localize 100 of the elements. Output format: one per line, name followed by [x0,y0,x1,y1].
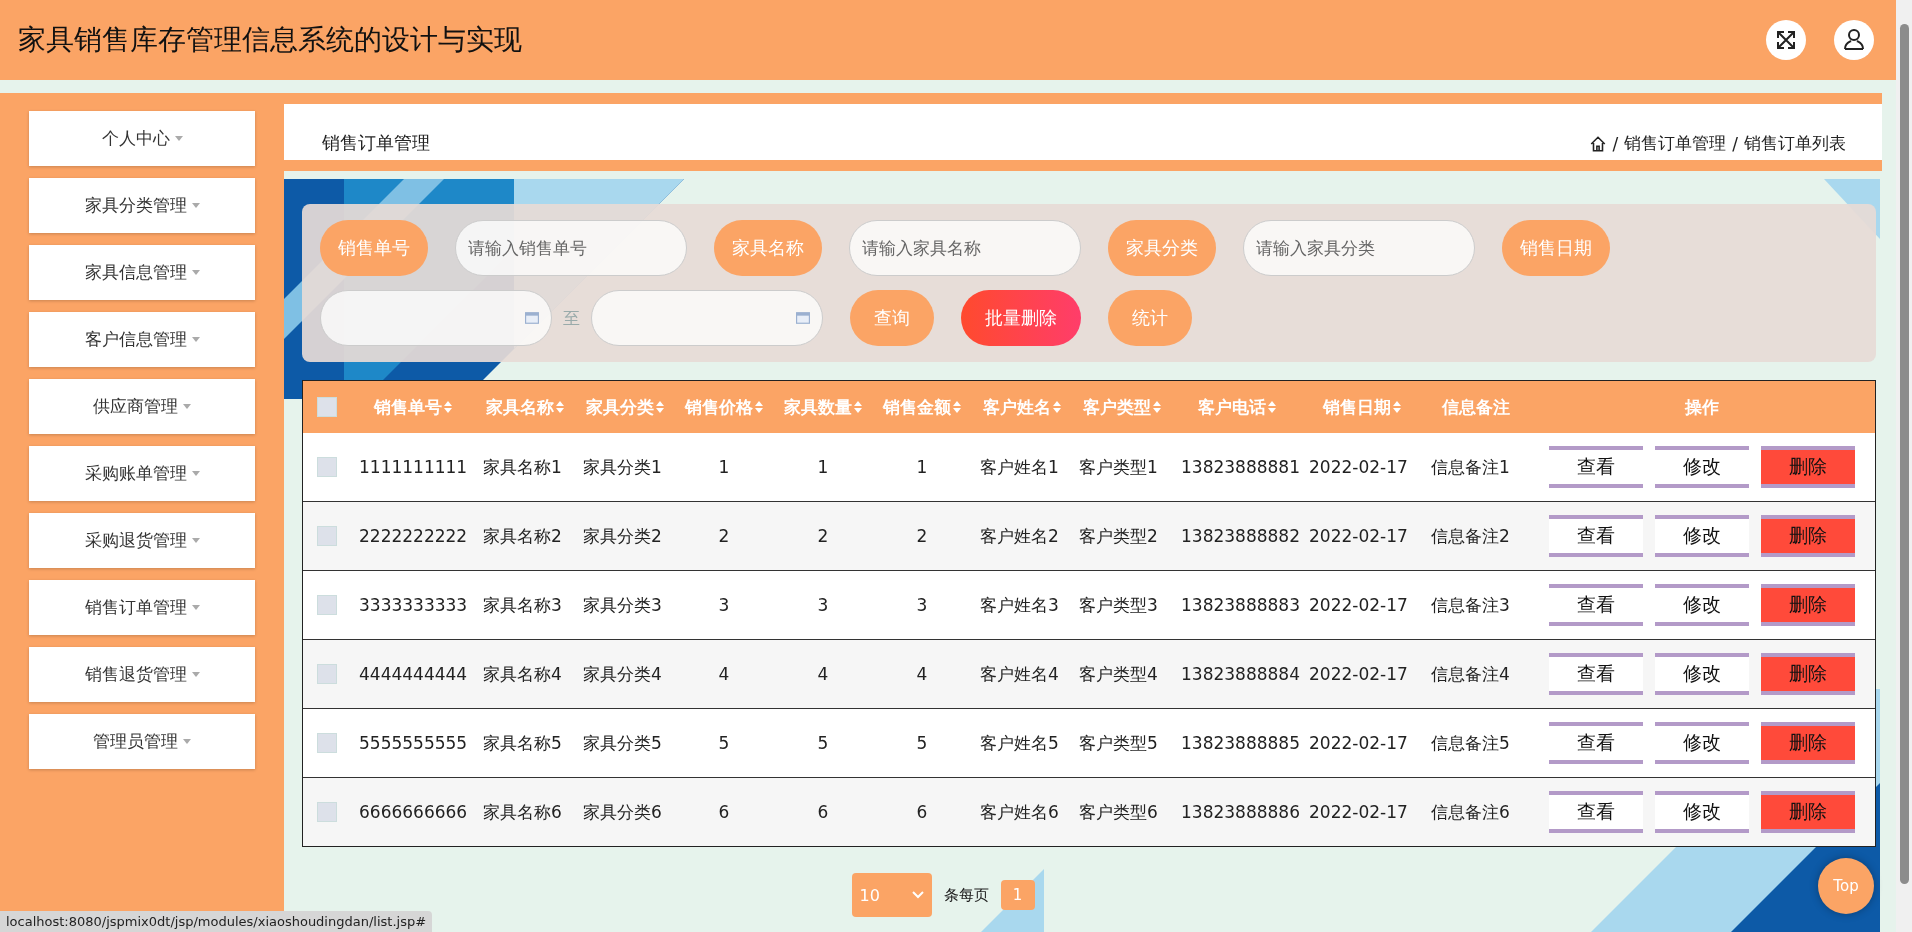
scrollbar[interactable] [1896,0,1912,932]
caret-icon [191,270,200,275]
search-label: 家具名称 [714,220,822,276]
breadcrumb-separator: / [1612,133,1619,154]
table-cell: 2222222222 [359,526,468,546]
sidebar-menu-item[interactable]: 客户信息管理 [29,312,255,367]
table-cell: 客户类型2 [1079,524,1158,548]
sort-icon [1268,401,1276,413]
edit-button[interactable]: 修改 [1654,653,1749,695]
row-checkbox[interactable] [317,457,337,477]
row-checkbox[interactable] [317,595,337,615]
date-input[interactable] [320,290,552,346]
breadcrumb-link[interactable]: 销售订单列表 [1744,132,1846,155]
table-cell: 13823888884 [1181,664,1300,684]
view-button[interactable]: 查看 [1548,446,1643,488]
table-cell: 家具名称2 [483,524,562,548]
table-cell: 5 [817,733,829,753]
sidebar-menu-item[interactable]: 采购账单管理 [29,446,255,501]
view-button[interactable]: 查看 [1548,584,1643,626]
edit-button[interactable]: 修改 [1654,584,1749,626]
sidebar-menu-item[interactable]: 管理员管理 [29,714,255,769]
table-cell: 2022-02-17 [1309,595,1408,615]
table-cell: 家具分类3 [583,593,662,617]
sidebar-menu-item[interactable]: 采购退货管理 [29,513,255,568]
table-cell: 家具分类5 [583,731,662,755]
delete-button[interactable]: 删除 [1760,722,1855,764]
delete-button[interactable]: 删除 [1760,791,1855,833]
home-icon[interactable] [1588,134,1607,153]
sidebar-menu-item[interactable]: 个人中心 [29,111,255,166]
delete-button[interactable]: 删除 [1760,653,1855,695]
column-header: 信息备注 [1440,395,1511,419]
table-cell: 家具分类2 [583,524,662,548]
search-input[interactable]: 请输入家具分类 [1243,220,1475,276]
calendar-icon [525,312,539,324]
table-cell: 家具分类6 [583,800,662,824]
table-cell: 家具分类4 [583,662,662,686]
row-checkbox[interactable] [317,526,337,546]
view-button[interactable]: 查看 [1548,653,1643,695]
caret-icon [191,337,200,342]
edit-button[interactable]: 修改 [1654,722,1749,764]
edit-button[interactable]: 修改 [1654,446,1749,488]
caret-icon [191,605,200,610]
sidebar-menu-item[interactable]: 供应商管理 [29,379,255,434]
table-cell: 3 [916,595,928,615]
sidebar-menu-item[interactable]: 家具信息管理 [29,245,255,300]
date-input[interactable] [591,290,823,346]
table-cell: 信息备注2 [1431,524,1510,548]
table-cell: 信息备注3 [1431,593,1510,617]
caret-icon [174,136,183,141]
view-button[interactable]: 查看 [1548,722,1643,764]
table-cell: 6 [718,802,730,822]
edit-button[interactable]: 修改 [1654,515,1749,557]
table-cell: 2022-02-17 [1309,802,1408,822]
row-checkbox[interactable] [317,802,337,822]
row-checkbox[interactable] [317,733,337,753]
table-cell: 信息备注5 [1431,731,1510,755]
table-cell: 13823888886 [1181,802,1300,822]
sidebar-menu-item[interactable]: 销售订单管理 [29,580,255,635]
table-cell: 客户类型5 [1079,731,1158,755]
table-cell: 客户姓名3 [980,593,1059,617]
search-label: 销售单号 [320,220,428,276]
search-input[interactable]: 请输入家具名称 [849,220,1081,276]
table-cell: 3 [718,595,730,615]
caret-icon [183,739,191,744]
sidebar-menu-item[interactable]: 销售退货管理 [29,647,255,702]
select-all-checkbox[interactable] [317,397,337,417]
table-cell: 客户类型1 [1079,455,1158,479]
sort-icon [1393,401,1401,413]
table-cell: 家具名称4 [483,662,562,686]
table-cell: 1 [718,457,730,477]
sort-icon [854,401,862,413]
user-icon[interactable] [1834,20,1874,60]
search-input[interactable]: 请输入销售单号 [455,220,687,276]
table-cell: 1 [916,457,928,477]
delete-button[interactable]: 删除 [1760,515,1855,557]
table-cell: 1111111111 [359,457,468,477]
row-checkbox[interactable] [317,664,337,684]
table-cell: 家具名称3 [483,593,562,617]
breadcrumb-link[interactable]: 销售订单管理 [1624,132,1727,155]
table-cell: 4444444444 [359,664,468,684]
table-cell: 3333333333 [359,595,468,615]
view-button[interactable]: 查看 [1548,791,1643,833]
table-cell: 5 [916,733,928,753]
table-cell: 2022-02-17 [1309,526,1408,546]
table-cell: 2 [817,526,829,546]
edit-button[interactable]: 修改 [1654,791,1749,833]
table-cell: 6 [916,802,928,822]
view-button[interactable]: 查看 [1548,515,1643,557]
sort-icon [953,401,961,413]
range-separator: 至 [563,306,580,330]
sort-icon [556,401,564,413]
delete-button[interactable]: 删除 [1760,584,1855,626]
table-cell: 2022-02-17 [1309,733,1408,753]
status-url-tooltip: localhost:8080/jspmix0dt/jsp/modules/xiaoshoudingdan/list.jsp# [0,911,433,932]
sort-icon [655,401,664,413]
fullscreen-icon[interactable] [1766,20,1806,60]
sidebar-menu-item[interactable]: 家具分类管理 [29,178,255,233]
table-cell: 家具分类1 [583,455,662,479]
chevron-down-icon [911,891,924,899]
delete-button[interactable]: 删除 [1760,446,1855,488]
